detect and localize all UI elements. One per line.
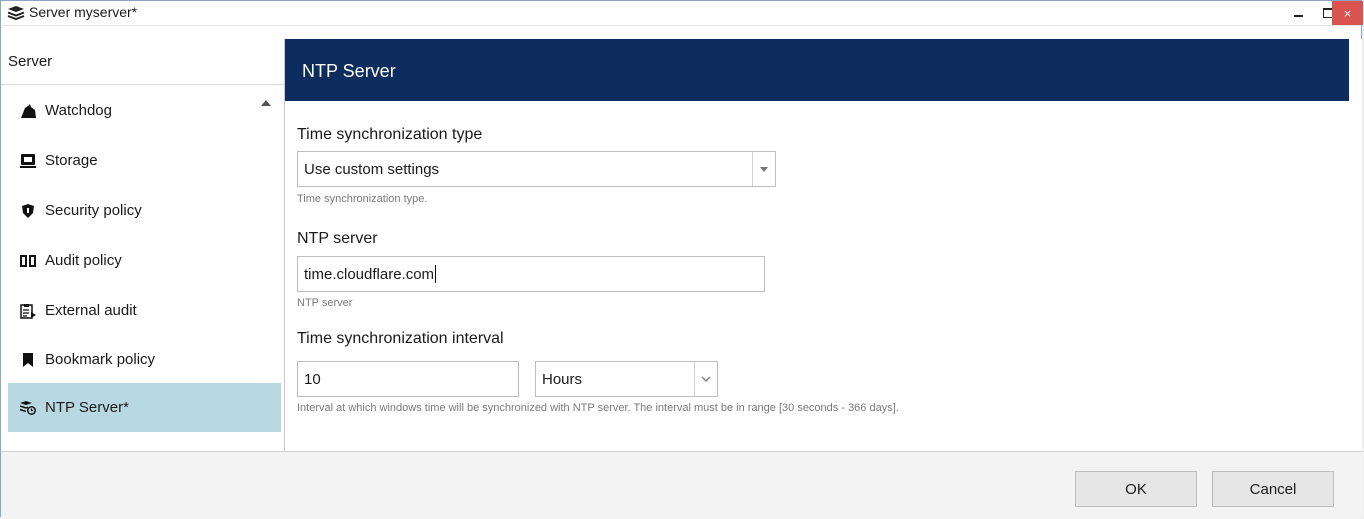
sidebar-item-label: External audit xyxy=(45,302,137,319)
dialog-footer: OK Cancel xyxy=(1,451,1363,518)
book-icon xyxy=(19,252,37,270)
dialog-window: Server myserver* × Server Watchdog Stora… xyxy=(0,0,1363,518)
text-caret xyxy=(435,265,437,283)
sidebar-item-bookmark-policy[interactable]: Bookmark policy xyxy=(8,335,281,384)
ntp-server-hint: NTP server xyxy=(297,297,353,309)
window-title: Server myserver* xyxy=(29,4,138,20)
settings-panel: Time synchronization type Use custom set… xyxy=(285,101,1349,451)
sidebar-item-label: Audit policy xyxy=(45,252,122,269)
sidebar: Server Watchdog Storage Security policy xyxy=(1,39,285,451)
interval-value: 10 xyxy=(304,370,321,388)
sidebar-item-storage[interactable]: Storage xyxy=(8,136,281,185)
ntp-server-label: NTP server xyxy=(297,230,378,247)
sidebar-header: Server xyxy=(1,39,284,85)
sidebar-item-watchdog[interactable]: Watchdog xyxy=(8,86,281,135)
sidebar-item-audit-policy[interactable]: Audit policy xyxy=(8,236,281,285)
sync-type-label: Time synchronization type xyxy=(297,126,483,143)
sidebar-item-label: Storage xyxy=(45,152,98,169)
title-bar[interactable]: Server myserver* × xyxy=(1,1,1363,26)
close-button[interactable]: × xyxy=(1332,1,1363,25)
interval-value-input[interactable]: 10 xyxy=(297,361,519,397)
sync-type-value: Use custom settings xyxy=(304,160,440,178)
chevron-down-icon[interactable] xyxy=(694,362,717,396)
ok-button[interactable]: OK xyxy=(1075,471,1197,507)
ntp-server-value: time.cloudflare.com xyxy=(304,265,435,283)
minimize-icon xyxy=(1293,15,1303,17)
cancel-button[interactable]: Cancel xyxy=(1212,471,1334,507)
sidebar-item-security-policy[interactable]: Security policy xyxy=(8,186,281,235)
interval-unit-value: Hours xyxy=(542,370,583,388)
storage-icon xyxy=(19,152,37,170)
clipboard-icon xyxy=(19,302,37,320)
interval-label: Time synchronization interval xyxy=(297,330,504,347)
sidebar-item-label: Watchdog xyxy=(45,102,112,119)
shield-icon xyxy=(19,202,37,220)
panel-title: NTP Server xyxy=(285,39,1349,101)
sync-type-hint: Time synchronization type. xyxy=(297,193,428,205)
sidebar-item-label: NTP Server* xyxy=(45,399,129,416)
sidebar-item-ntp-server[interactable]: NTP Server* xyxy=(8,383,281,432)
ntp-server-input[interactable]: time.cloudflare.com xyxy=(297,256,765,292)
panel-scroll-edge xyxy=(1349,39,1362,451)
server-stack-icon xyxy=(7,5,25,21)
interval-unit-select[interactable]: Hours xyxy=(535,361,718,397)
close-icon: × xyxy=(1343,5,1352,21)
sidebar-item-label: Security policy xyxy=(45,202,142,219)
sync-type-select[interactable]: Use custom settings xyxy=(297,151,776,187)
minimize-button[interactable] xyxy=(1283,1,1313,25)
dog-icon xyxy=(19,102,37,120)
ntp-clock-icon xyxy=(19,399,37,417)
interval-hint: Interval at which windows time will be s… xyxy=(297,402,899,414)
sidebar-item-label: Bookmark policy xyxy=(45,351,156,368)
sidebar-item-external-audit[interactable]: External audit xyxy=(8,286,281,335)
bookmark-icon xyxy=(19,351,37,369)
dropdown-arrow-icon[interactable] xyxy=(752,152,775,186)
